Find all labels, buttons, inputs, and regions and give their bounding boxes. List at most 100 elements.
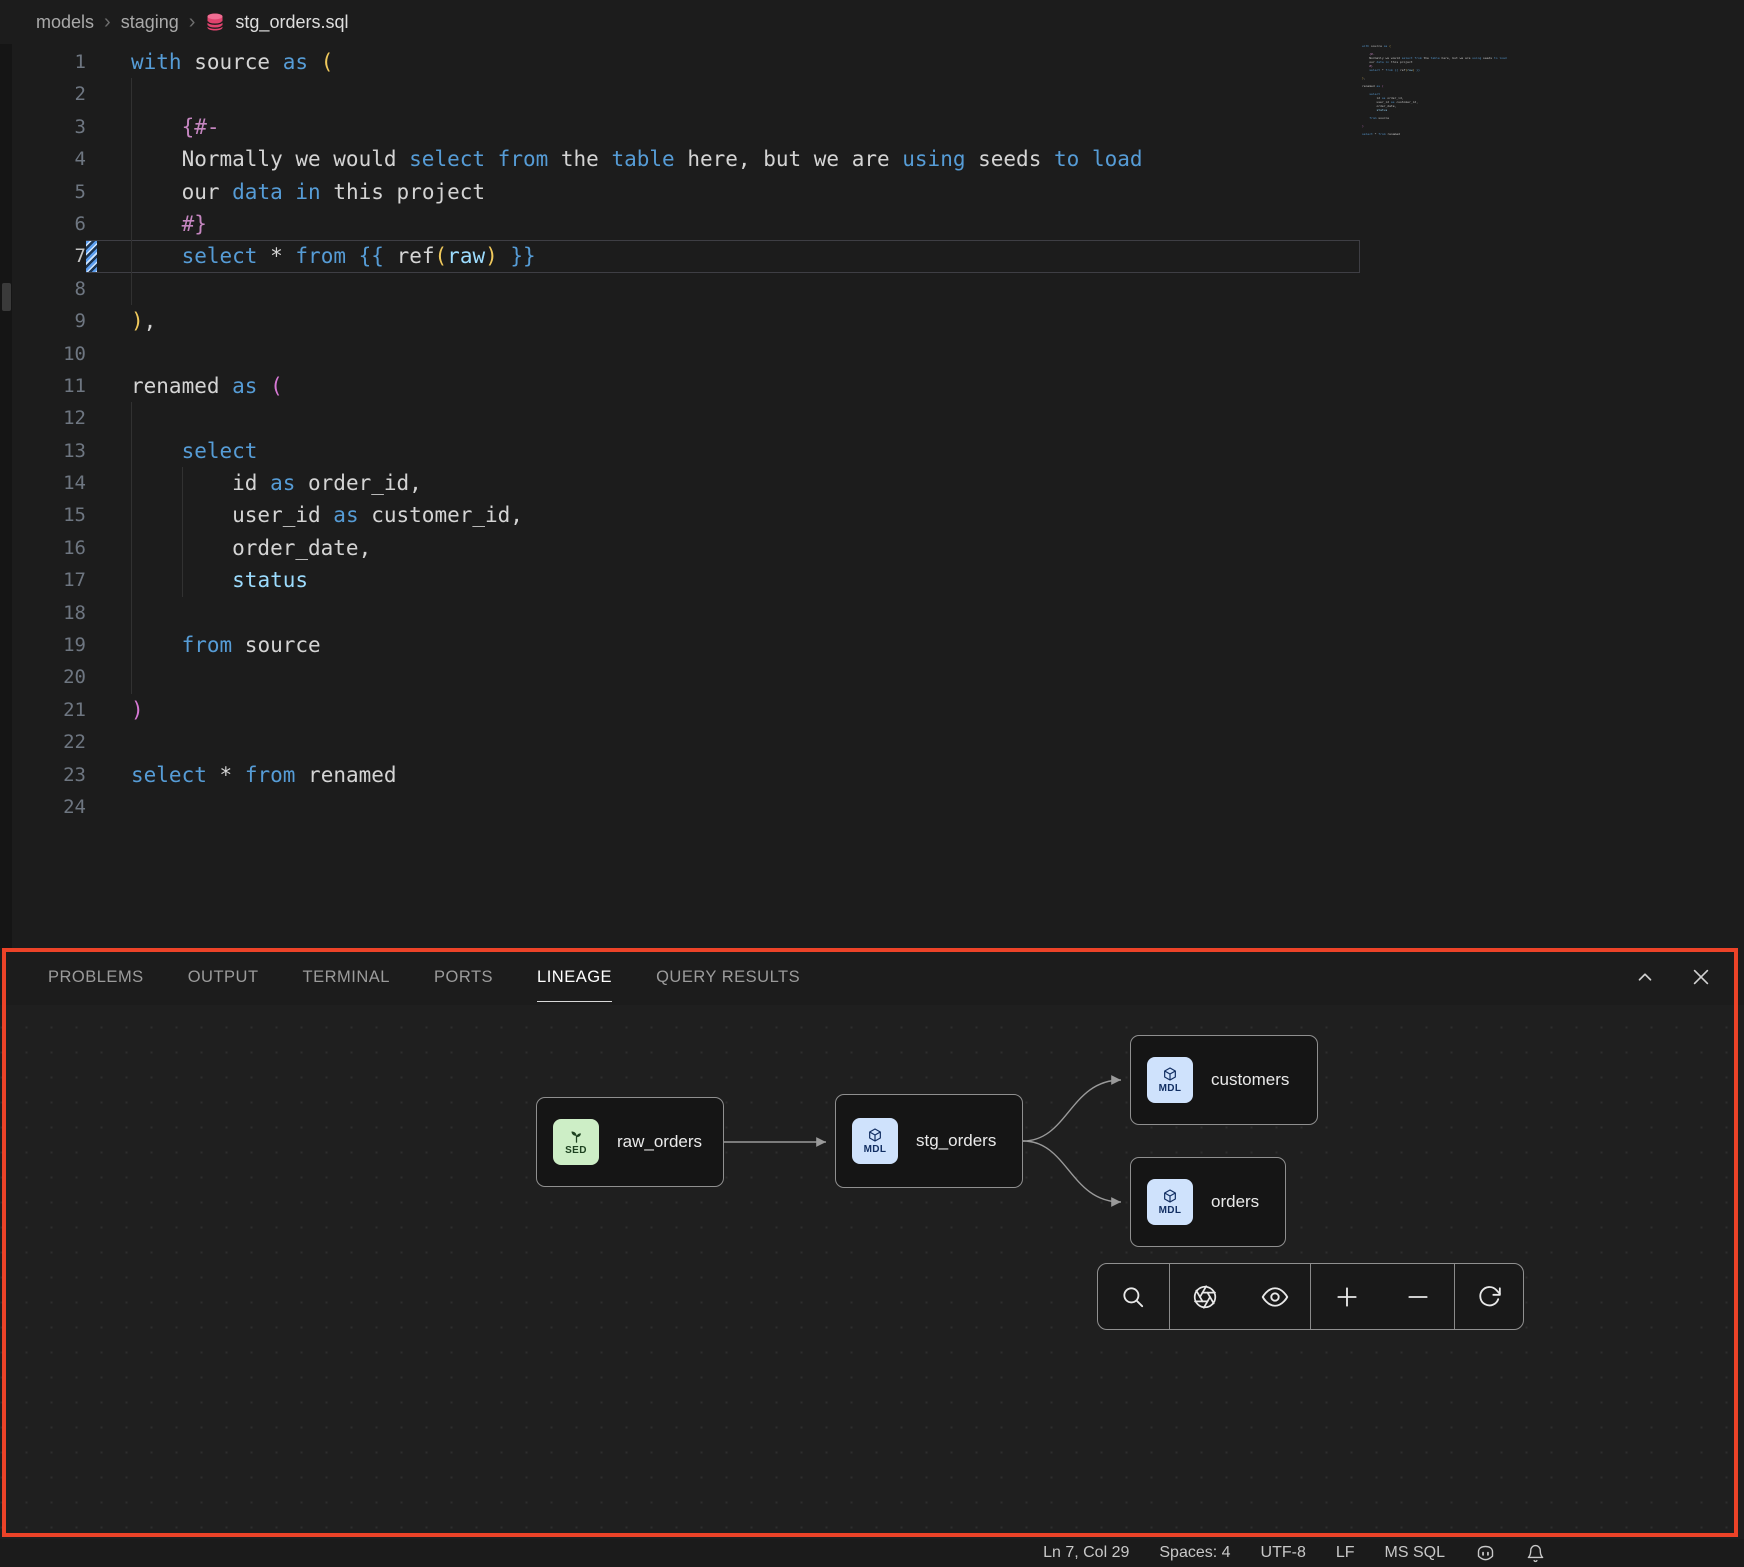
- breadcrumb-item-models[interactable]: models: [36, 12, 94, 33]
- code-line[interactable]: 20: [0, 661, 1744, 693]
- tab-output[interactable]: OUTPUT: [188, 952, 259, 1001]
- minimap[interactable]: with source as ( {#- Normally we would s…: [1362, 44, 1522, 140]
- line-number[interactable]: 8: [0, 273, 86, 305]
- indentation-setting[interactable]: Spaces: 4: [1159, 1544, 1230, 1562]
- search-icon[interactable]: [1111, 1275, 1155, 1319]
- lineage-node-raw-orders[interactable]: SED raw_orders: [536, 1097, 724, 1187]
- code-line[interactable]: 12: [0, 402, 1744, 434]
- bottom-panel: PROBLEMS OUTPUT TERMINAL PORTS LINEAGE Q…: [0, 948, 1744, 1539]
- indent-guide: [131, 78, 132, 110]
- notifications-bell-icon[interactable]: [1526, 1544, 1545, 1563]
- line-number[interactable]: 16: [0, 532, 86, 564]
- encoding[interactable]: UTF-8: [1261, 1544, 1306, 1562]
- tab-query-results[interactable]: QUERY RESULTS: [656, 952, 800, 1001]
- code-text: select * from renamed: [131, 759, 397, 791]
- indent-guide: [182, 564, 183, 596]
- tab-ports[interactable]: PORTS: [434, 952, 493, 1001]
- code-line[interactable]: 7 select * from {{ ref(raw) }}: [0, 240, 1744, 272]
- zoom-out-icon[interactable]: [1396, 1275, 1440, 1319]
- lineage-canvas[interactable]: SED raw_orders MDL stg_orders: [0, 1005, 1744, 1539]
- line-number[interactable]: 3: [0, 111, 86, 143]
- database-file-icon: [205, 12, 225, 32]
- code-text: select: [131, 435, 257, 467]
- status-bar: Ln 7, Col 29 Spaces: 4 UTF-8 LF MS SQL: [0, 1539, 1744, 1567]
- code-line[interactable]: 17 status: [0, 564, 1744, 596]
- tab-problems[interactable]: PROBLEMS: [48, 952, 144, 1001]
- aperture-icon[interactable]: [1183, 1275, 1227, 1319]
- refresh-icon[interactable]: [1467, 1275, 1511, 1319]
- line-number[interactable]: 22: [0, 726, 86, 758]
- code-lines: 1with source as (23 {#-4 Normally we wou…: [0, 44, 1744, 823]
- code-text: Normally we would select from the table …: [131, 143, 1143, 175]
- code-text: from source: [131, 629, 321, 661]
- panel-tab-bar: PROBLEMS OUTPUT TERMINAL PORTS LINEAGE Q…: [0, 948, 1744, 1005]
- code-line[interactable]: 13 select: [0, 435, 1744, 467]
- line-number[interactable]: 17: [0, 564, 86, 596]
- indent-guide: [131, 111, 132, 143]
- line-number[interactable]: 24: [0, 791, 86, 823]
- code-line[interactable]: 18: [0, 597, 1744, 629]
- code-text: id as order_id,: [131, 467, 422, 499]
- indent-guide: [182, 467, 183, 499]
- code-text: #}: [131, 208, 207, 240]
- line-number[interactable]: 12: [0, 402, 86, 434]
- line-number[interactable]: 19: [0, 629, 86, 661]
- code-line[interactable]: 23 select * from renamed: [0, 759, 1744, 791]
- line-number[interactable]: 13: [0, 435, 86, 467]
- breadcrumb-item-staging[interactable]: staging: [121, 12, 179, 33]
- code-line[interactable]: 5 our data in this project: [0, 176, 1744, 208]
- line-number[interactable]: 7: [0, 240, 86, 272]
- lineage-node-orders[interactable]: MDL orders: [1130, 1157, 1286, 1247]
- lineage-node-stg-orders[interactable]: MDL stg_orders: [835, 1094, 1023, 1188]
- code-text: status: [131, 564, 308, 596]
- code-text: our data in this project: [131, 176, 485, 208]
- panel-close-icon[interactable]: [1690, 966, 1712, 988]
- code-line[interactable]: 21): [0, 694, 1744, 726]
- tab-terminal[interactable]: TERMINAL: [303, 952, 390, 1001]
- language-mode[interactable]: MS SQL: [1385, 1544, 1445, 1562]
- line-number[interactable]: 9: [0, 305, 86, 337]
- copilot-icon[interactable]: [1475, 1543, 1496, 1564]
- eye-icon[interactable]: [1253, 1275, 1297, 1319]
- line-number[interactable]: 4: [0, 143, 86, 175]
- code-line[interactable]: 19 from source: [0, 629, 1744, 661]
- code-text: ),: [131, 305, 156, 337]
- indent-guide: [131, 532, 132, 564]
- code-line[interactable]: 6 #}: [0, 208, 1744, 240]
- zoom-in-icon[interactable]: [1325, 1275, 1369, 1319]
- code-line[interactable]: 11renamed as (: [0, 370, 1744, 402]
- code-line[interactable]: 24: [0, 791, 1744, 823]
- lineage-toolbar: [1097, 1263, 1524, 1330]
- eol-setting[interactable]: LF: [1336, 1544, 1355, 1562]
- code-line[interactable]: 16 order_date,: [0, 532, 1744, 564]
- line-number[interactable]: 2: [0, 78, 86, 110]
- code-line[interactable]: 4 Normally we would select from the tabl…: [0, 143, 1744, 175]
- code-line[interactable]: 8: [0, 273, 1744, 305]
- line-decoration-marker: [86, 241, 97, 271]
- cursor-position[interactable]: Ln 7, Col 29: [1043, 1544, 1129, 1562]
- code-line[interactable]: 9),: [0, 305, 1744, 337]
- tab-lineage[interactable]: LINEAGE: [537, 952, 612, 1002]
- line-number[interactable]: 6: [0, 208, 86, 240]
- line-number[interactable]: 11: [0, 370, 86, 402]
- line-number[interactable]: 14: [0, 467, 86, 499]
- code-line[interactable]: 15 user_id as customer_id,: [0, 499, 1744, 531]
- line-number[interactable]: 10: [0, 338, 86, 370]
- line-number[interactable]: 23: [0, 759, 86, 791]
- panel-maximize-icon[interactable]: [1634, 966, 1656, 988]
- line-number[interactable]: 21: [0, 694, 86, 726]
- line-number[interactable]: 15: [0, 499, 86, 531]
- lineage-node-customers[interactable]: MDL customers: [1130, 1035, 1318, 1125]
- indent-guide: [131, 467, 132, 499]
- line-number[interactable]: 1: [0, 46, 86, 78]
- code-line[interactable]: 14 id as order_id,: [0, 467, 1744, 499]
- code-editor[interactable]: 1with source as (23 {#-4 Normally we wou…: [0, 44, 1744, 948]
- breadcrumb-filename[interactable]: stg_orders.sql: [235, 12, 348, 33]
- indent-guide: [131, 564, 132, 596]
- line-number[interactable]: 20: [0, 661, 86, 693]
- code-line[interactable]: 22: [0, 726, 1744, 758]
- line-number[interactable]: 18: [0, 597, 86, 629]
- code-line[interactable]: 10: [0, 338, 1744, 370]
- line-number[interactable]: 5: [0, 176, 86, 208]
- breadcrumb-separator: ›: [104, 12, 111, 32]
